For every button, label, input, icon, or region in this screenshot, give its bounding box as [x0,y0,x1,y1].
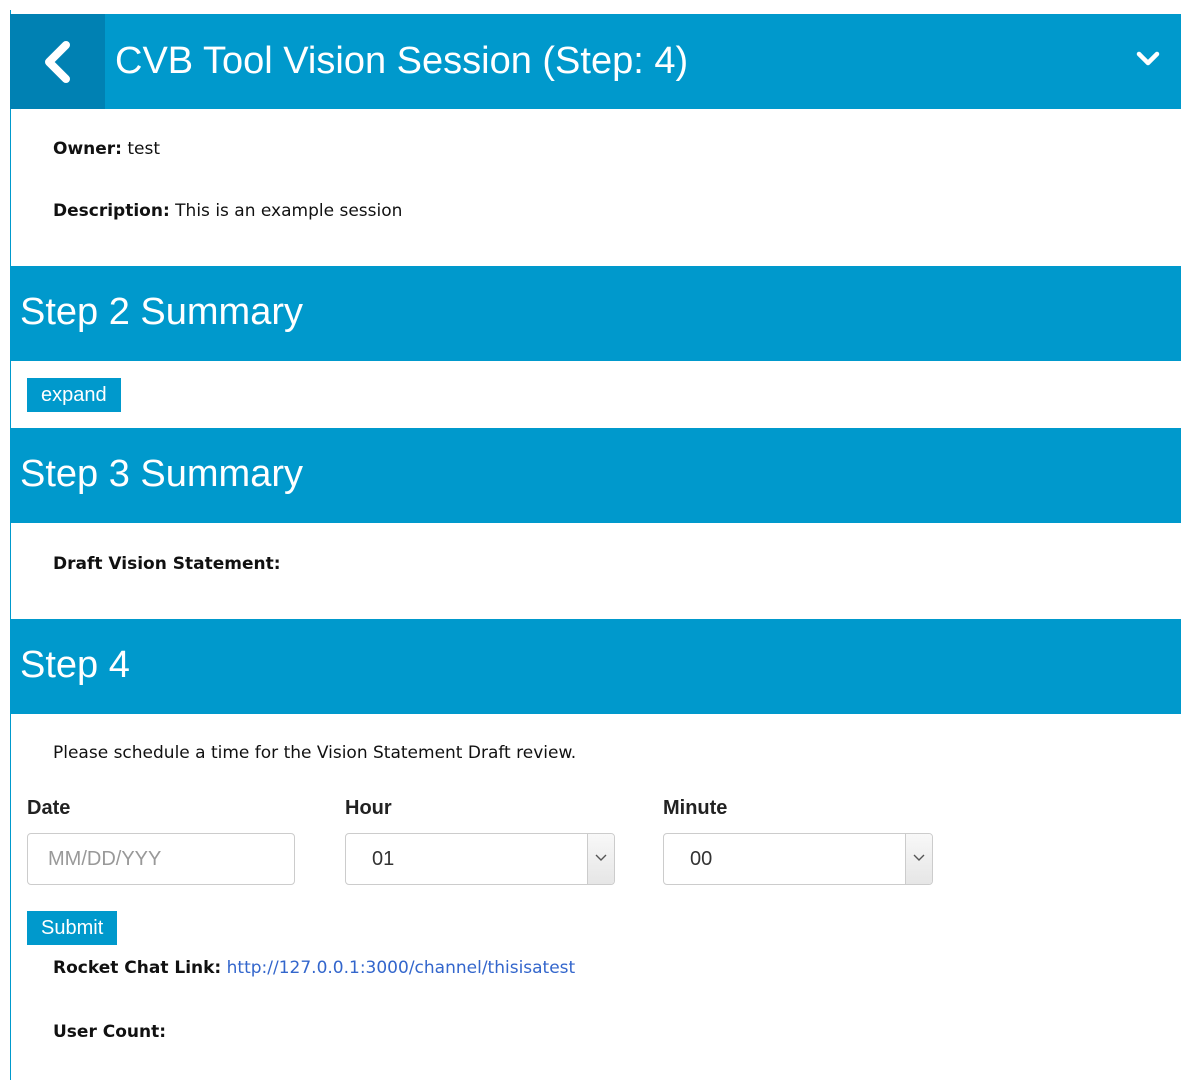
left-border [10,10,11,1080]
schedule-instruction: Please schedule a time for the Vision St… [53,743,577,763]
chevron-down-icon [913,854,925,861]
step3-title: Step 3 Summary [20,453,303,495]
draft-vision-label: Draft Vision Statement: [53,554,281,574]
rocket-chat-label: Rocket Chat Link: [53,958,222,978]
app-header: CVB Tool Vision Session (Step: 4) [10,14,1181,109]
step2-title: Step 2 Summary [20,291,303,333]
owner-line: Owner: test [53,139,160,159]
minute-select-arrow[interactable] [905,834,932,884]
owner-value: test [127,139,161,159]
user-count-label: User Count: [53,1022,167,1042]
chevron-left-icon [45,41,70,83]
step2-header: Step 2 Summary [10,266,1181,361]
page-title: CVB Tool Vision Session (Step: 4) [115,40,689,82]
page: CVB Tool Vision Session (Step: 4) Owner:… [0,0,1181,1080]
user-count-line: User Count: [53,1022,166,1042]
hour-select[interactable]: 01 [345,833,615,885]
date-input[interactable] [27,833,295,885]
step4-header: Step 4 [10,619,1181,714]
description-label: Description: [53,201,170,221]
hour-label: Hour [345,797,392,819]
expand-button[interactable]: expand [27,378,121,412]
hour-select-arrow[interactable] [587,834,614,884]
rocket-chat-link[interactable]: http://127.0.0.1:3000/channel/thisisates… [227,958,576,978]
chevron-down-icon [1136,51,1160,66]
minute-select-value: 00 [690,848,713,870]
description-value: This is an example session [175,201,403,221]
owner-label: Owner: [53,139,122,159]
back-button[interactable] [10,14,105,109]
step3-header: Step 3 Summary [10,428,1181,523]
rocket-chat-line: Rocket Chat Link: http://127.0.0.1:3000/… [53,958,575,978]
menu-toggle-button[interactable] [1135,50,1161,72]
step4-title: Step 4 [20,644,130,686]
date-label: Date [27,797,71,819]
chevron-down-icon [595,854,607,861]
minute-select[interactable]: 00 [663,833,933,885]
minute-label: Minute [663,797,728,819]
draft-vision-line: Draft Vision Statement: [53,554,281,574]
hour-select-value: 01 [372,848,395,870]
submit-button[interactable]: Submit [27,911,118,945]
description-line: Description: This is an example session [53,201,402,221]
